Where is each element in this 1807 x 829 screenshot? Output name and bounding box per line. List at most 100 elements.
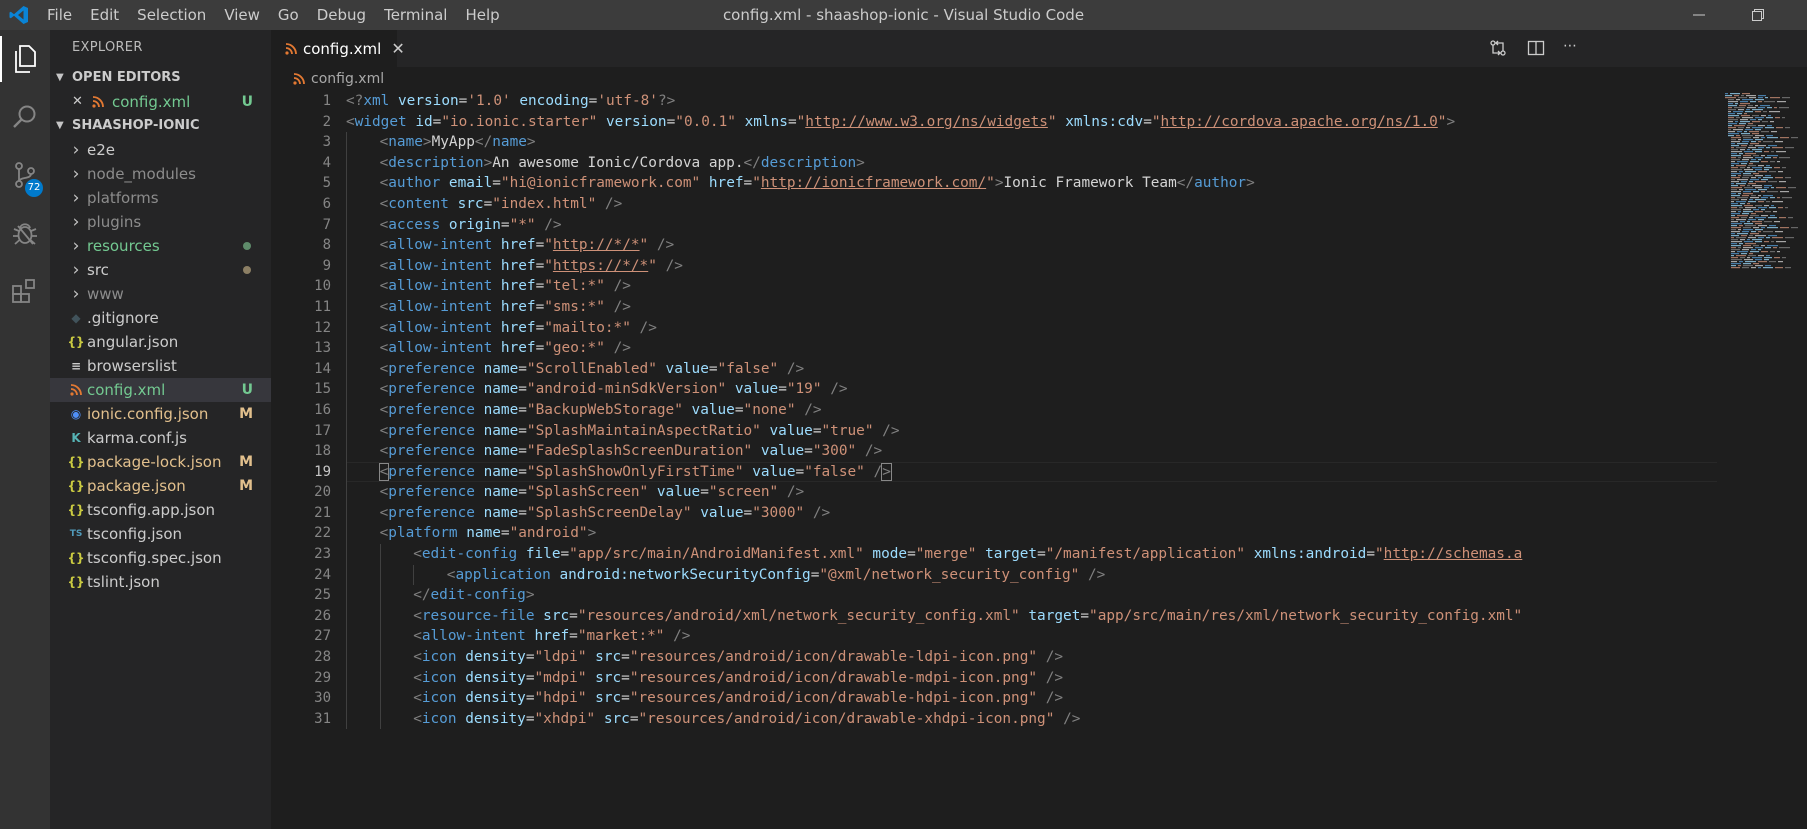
- minimap[interactable]: [1719, 91, 1807, 271]
- code-line[interactable]: <icon density="ldpi" src="resources/andr…: [346, 647, 1717, 668]
- split-editor-icon[interactable]: [1527, 39, 1545, 61]
- file-item-package-lock-json[interactable]: {} package-lock.json M: [50, 450, 271, 474]
- minimap-line: [1760, 105, 1770, 107]
- code-line[interactable]: <icon density="mdpi" src="resources/andr…: [346, 667, 1717, 689]
- open-editor-item[interactable]: ✕ config.xml U: [50, 90, 271, 114]
- close-icon[interactable]: ✕: [72, 90, 88, 114]
- menu-go[interactable]: Go: [269, 0, 308, 30]
- menu-help[interactable]: Help: [456, 0, 508, 30]
- file-item-tsconfig-spec-json[interactable]: {} tsconfig.spec.json: [50, 546, 271, 570]
- minimap-line: [1767, 245, 1778, 247]
- code-line[interactable]: <icon density="xhdpi" src="resources/and…: [346, 708, 1717, 730]
- folder-item-src[interactable]: › src: [50, 258, 271, 282]
- minimap-line: [1763, 195, 1773, 197]
- code-line[interactable]: <allow-intent href="geo:*" />: [346, 338, 1717, 359]
- restore-button[interactable]: [1735, 0, 1781, 30]
- code-line[interactable]: <allow-intent href="sms:*" />: [346, 296, 1717, 318]
- code-editor[interactable]: 1 2 3 4 5 6 7 8 9 10 11 12 13 14 15 16 17 18 19 20 21 22 23 24 2…: [271, 91, 1807, 829]
- code-line[interactable]: <preference name="android-minSdkVersion"…: [346, 379, 1717, 400]
- file-item-tsconfig-json[interactable]: TS tsconfig.json: [50, 522, 271, 546]
- code-token: "geo:*": [544, 340, 605, 357]
- indent-guide: [346, 173, 347, 194]
- file-item-tsconfig-app-json[interactable]: {} tsconfig.app.json: [50, 498, 271, 522]
- source-control-icon[interactable]: 72: [0, 146, 50, 204]
- minimap-line: [1731, 259, 1742, 261]
- code-line[interactable]: <preference name="BackupWebStorage" valu…: [346, 399, 1717, 421]
- chevron-right-icon: ›: [72, 140, 80, 160]
- file-item-tslint-json[interactable]: {} tslint.json: [50, 570, 271, 594]
- tab-config-xml[interactable]: config.xml ✕: [271, 30, 405, 67]
- search-icon[interactable]: [0, 88, 50, 146]
- minimize-button[interactable]: [1676, 0, 1722, 30]
- code-line[interactable]: <allow-intent href="https://*/*" />: [346, 255, 1717, 277]
- file-item-config-xml[interactable]: config.xml U: [50, 378, 271, 402]
- code-line[interactable]: <preference name="SplashScreen" value="s…: [346, 482, 1717, 503]
- code-line[interactable]: <preference name="FadeSplashScreenDurati…: [346, 441, 1717, 462]
- open-editors-header[interactable]: ▼ OPEN EDITORS: [50, 66, 271, 90]
- file-item-angular-json[interactable]: {} angular.json: [50, 330, 271, 354]
- code-line[interactable]: <preference name="ScrollEnabled" value="…: [346, 358, 1717, 380]
- open-changes-icon[interactable]: [1489, 39, 1507, 61]
- folder-item-platforms[interactable]: › platforms: [50, 186, 271, 210]
- close-icon[interactable]: ✕: [391, 39, 404, 58]
- code-line[interactable]: <preference name="SplashShowOnlyFirstTim…: [346, 461, 1717, 483]
- menu-debug[interactable]: Debug: [308, 0, 375, 30]
- menu-terminal[interactable]: Terminal: [375, 0, 456, 30]
- file-item-ionic-config-json[interactable]: ◉ ionic.config.json M: [50, 402, 271, 426]
- extensions-icon[interactable]: [0, 262, 50, 320]
- code-line[interactable]: <platform name="android">: [346, 523, 1717, 545]
- file-item-karma-conf-js[interactable]: Kkarma.conf.js: [50, 426, 271, 450]
- code-area[interactable]: <?xml version='1.0' encoding='utf-8'?> <w…: [346, 91, 1717, 730]
- minimap-line: [1770, 161, 1775, 163]
- code-line[interactable]: <content src="index.html" />: [346, 193, 1717, 215]
- vscode-logo-icon[interactable]: [0, 0, 38, 30]
- code-line[interactable]: <allow-intent href="market:*" />: [346, 626, 1717, 648]
- code-line[interactable]: <?xml version='1.0' encoding='utf-8'?>: [346, 91, 1717, 112]
- minimap-line: [1773, 157, 1777, 159]
- code-line[interactable]: <icon density="hdpi" src="resources/andr…: [346, 688, 1717, 709]
- menu-edit[interactable]: Edit: [81, 0, 128, 30]
- minimap-line: [1734, 95, 1739, 97]
- minimap-line: [1764, 187, 1769, 189]
- menu-file[interactable]: File: [38, 0, 81, 30]
- code-line[interactable]: <widget id="io.ionic.starter" version="0…: [346, 112, 1717, 133]
- file-item-gitignore[interactable]: ◆ .gitignore: [50, 306, 271, 330]
- project-header[interactable]: ▼ SHAASHOP-IONIC: [50, 114, 271, 138]
- minimap-line: [1774, 257, 1780, 259]
- more-actions-icon[interactable]: ⋯: [1563, 38, 1577, 54]
- code-token: =: [569, 628, 578, 645]
- minimap-line: [1737, 215, 1748, 217]
- code-line[interactable]: <preference name="SplashScreenDelay" val…: [346, 502, 1717, 524]
- folder-item-plugins[interactable]: › plugins: [50, 210, 271, 234]
- menu-view[interactable]: View: [215, 0, 269, 30]
- folder-item-resources[interactable]: › resources: [50, 234, 271, 258]
- code-line[interactable]: <allow-intent href="http://*/*" />: [346, 235, 1717, 256]
- tree-item-label: src: [87, 261, 109, 279]
- minimap-line: [1752, 239, 1762, 241]
- code-line[interactable]: <name>MyApp</name>: [346, 132, 1717, 153]
- file-item-browserslist[interactable]: ≡ browserslist: [50, 354, 271, 378]
- code-line[interactable]: <preference name="SplashMaintainAspectRa…: [346, 420, 1717, 442]
- breadcrumb-file[interactable]: config.xml: [311, 71, 384, 87]
- code-line[interactable]: <access origin="*" />: [346, 214, 1717, 236]
- code-line[interactable]: <description>An awesome Ionic/Cordova ap…: [346, 152, 1717, 174]
- folder-item-www[interactable]: › www: [50, 282, 271, 306]
- explorer-icon[interactable]: [0, 30, 50, 88]
- code-line[interactable]: <edit-config file="app/src/main/AndroidM…: [346, 544, 1717, 565]
- code-line[interactable]: <allow-intent href="tel:*" />: [346, 276, 1717, 297]
- menu-selection[interactable]: Selection: [128, 0, 215, 30]
- code-line[interactable]: </edit-config>: [346, 585, 1717, 606]
- code-line[interactable]: <resource-file src="resources/android/xm…: [346, 605, 1717, 627]
- code-line[interactable]: <application android:networkSecurityConf…: [346, 564, 1717, 586]
- folder-item-e2e[interactable]: › e2e: [50, 138, 271, 162]
- file-item-package-json[interactable]: {} package.json M: [50, 474, 271, 498]
- code-line[interactable]: <author email="hi@ionicframework.com" hr…: [346, 173, 1717, 194]
- code-line[interactable]: <allow-intent href="mailto:*" />: [346, 317, 1717, 339]
- folder-item-node-modules[interactable]: › node_modules: [50, 162, 271, 186]
- minimap-line: [1736, 135, 1740, 137]
- minimap-line: [1731, 181, 1739, 183]
- debug-icon[interactable]: [0, 204, 50, 262]
